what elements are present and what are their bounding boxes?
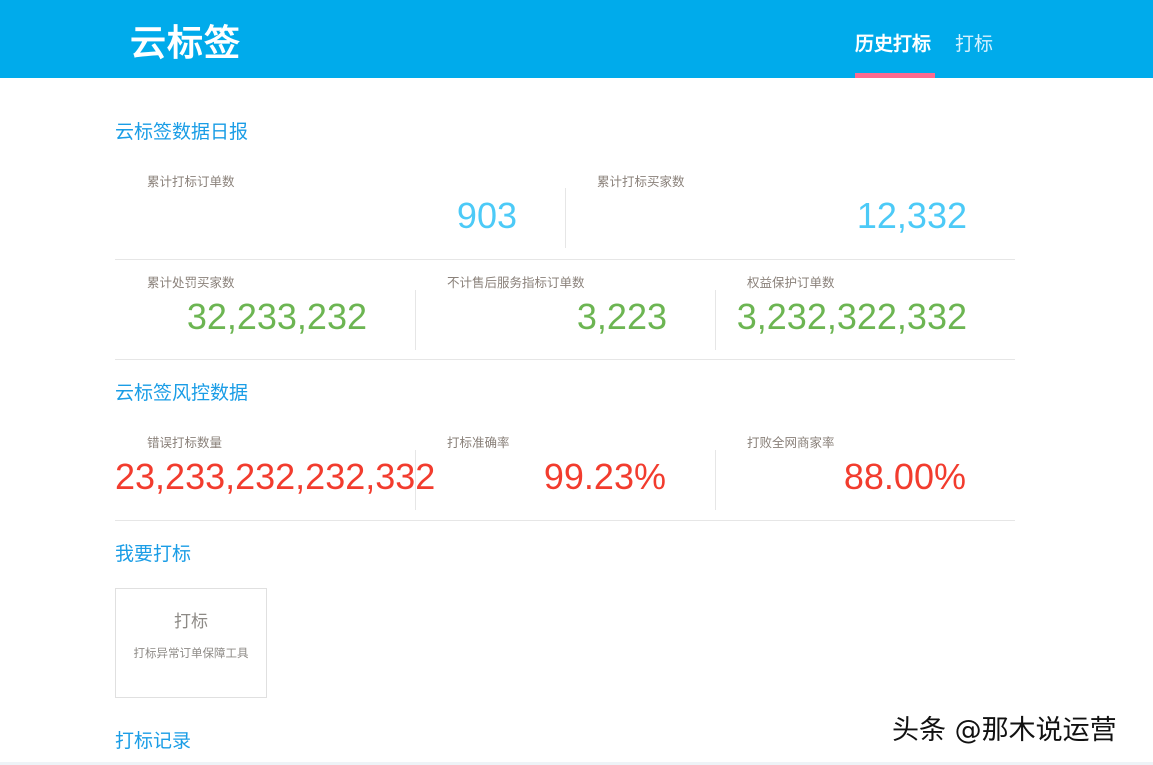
stat-value: 3,223 — [576, 296, 667, 337]
section-title-mark: 我要打标 — [115, 543, 192, 565]
stat-label: 权益保护订单数 — [747, 275, 835, 290]
mark-tool-card[interactable]: 打标 打标异常订单保障工具 — [115, 588, 267, 698]
stat-value: 23,233,232,232,332 — [115, 456, 436, 497]
stat-label: 累计打标买家数 — [597, 174, 685, 189]
card-subtitle: 打标异常订单保障工具 — [133, 646, 249, 660]
stat-value: 99.23% — [543, 456, 666, 497]
stat-label: 累计打标订单数 — [147, 174, 235, 189]
watermark: 头条 @那木说运营 — [892, 715, 1117, 746]
stat-label: 错误打标数量 — [147, 435, 223, 450]
nav-tab-mark[interactable]: 打标 — [955, 29, 993, 56]
divider — [115, 520, 1015, 521]
divider — [115, 259, 1015, 260]
section-title-daily: 云标签数据日报 — [115, 121, 249, 143]
stat-label: 打败全网商家率 — [747, 435, 835, 450]
stat-label: 累计处罚买家数 — [147, 275, 235, 290]
stat-value: 12,332 — [856, 195, 967, 236]
stat-value: 88.00% — [843, 456, 966, 497]
stat-value: 3,232,322,332 — [736, 296, 967, 337]
section-title-risk: 云标签风控数据 — [115, 382, 249, 404]
section-title-records: 打标记录 — [115, 730, 192, 752]
app-title: 云标签 — [130, 23, 242, 64]
stat-value: 903 — [456, 195, 517, 236]
nav-tab-history[interactable]: 历史打标 — [855, 29, 931, 56]
active-tab-indicator — [855, 73, 935, 78]
stat-label: 打标准确率 — [447, 435, 510, 450]
card-title: 打标 — [174, 612, 208, 632]
divider — [115, 359, 1015, 360]
stat-label: 不计售后服务指标订单数 — [447, 275, 585, 290]
stat-value: 32,233,232 — [186, 296, 367, 337]
